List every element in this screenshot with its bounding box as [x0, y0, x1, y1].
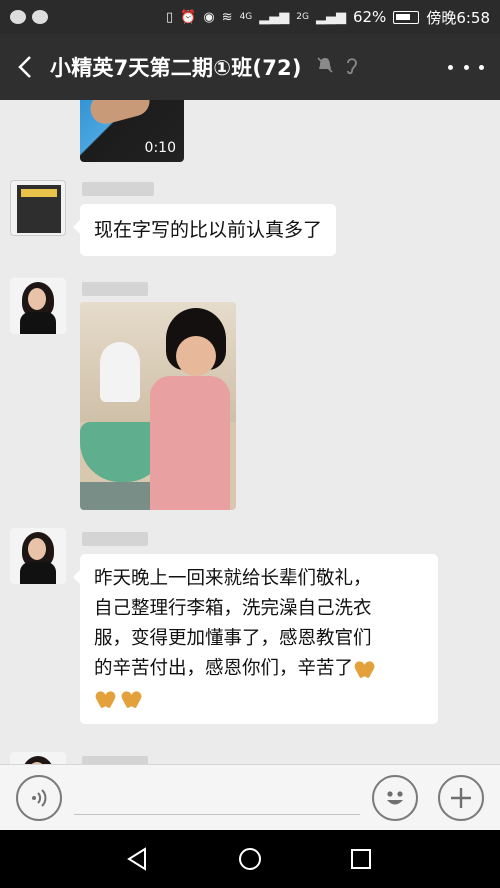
status-bar: ▯ ⏰ ◉ ≋ 4G ▂▄▆ 2G ▂▄▆ 62% 傍晚6:58: [0, 0, 500, 34]
avatar-image-detail: [20, 562, 56, 584]
system-nav-bar: [0, 830, 500, 888]
status-left: [10, 10, 48, 24]
more-dot: [448, 64, 453, 70]
sender-name-blurred: [82, 282, 148, 296]
clapping-hands-icon: [96, 689, 116, 707]
battery-percent: 62%: [352, 8, 387, 26]
signal-icon: ▂▄▆: [259, 9, 290, 25]
message-input[interactable]: [74, 781, 360, 815]
ear-icon: [344, 55, 360, 79]
chat-messages-area[interactable]: 0:10 现在字写的比以前认真多了 昨天晚上一回来就给长辈们敬礼， 自己整理行李…: [0, 100, 500, 764]
emoji-icon: [387, 791, 403, 805]
video-thumbnail-content: [87, 100, 153, 128]
avatar[interactable]: [10, 278, 66, 334]
avatar-image-detail: [28, 538, 46, 560]
avatar-image-detail: [28, 288, 46, 310]
emoji-button[interactable]: [372, 775, 418, 821]
photo-content: [100, 342, 140, 402]
avatar[interactable]: [10, 528, 66, 584]
voice-icon: [32, 789, 47, 807]
message-text-line: 自己整理行李箱，洗完澡自己洗衣: [94, 598, 372, 619]
vibrate-icon: ▯: [165, 9, 174, 25]
square-recents-icon: [351, 849, 371, 869]
message-text-line-4: 的辛苦付出，感恩你们，辛苦了: [94, 658, 354, 679]
chat-header: 小精英7天第二期①班(72): [0, 34, 500, 100]
avatar-image-detail: [20, 312, 56, 334]
message-text-line: 的辛苦付出，感恩你们，辛苦了: [94, 654, 424, 684]
image-message[interactable]: [80, 302, 236, 510]
more-dot: [479, 64, 484, 70]
bell-off-icon: [316, 56, 334, 78]
clapping-hands-icon: [355, 659, 375, 677]
back-button[interactable]: [0, 34, 50, 100]
nav-back-button[interactable]: [124, 846, 150, 872]
network-2g-label: 2G: [296, 12, 309, 22]
video-duration: 0:10: [144, 140, 176, 156]
network-4g-label: 4G: [239, 12, 253, 22]
message-text-line: 昨天晚上一回来就给长辈们敬礼，: [94, 568, 372, 589]
sender-name-blurred: [82, 756, 148, 764]
avatar[interactable]: [10, 180, 66, 236]
sender-name-blurred: [82, 532, 148, 546]
more-button[interactable]: [448, 56, 484, 78]
photo-content: [176, 336, 216, 376]
message-input-bar: [0, 764, 500, 830]
photo-content: [150, 376, 230, 510]
battery-icon: [393, 10, 420, 24]
chevron-left-icon: [18, 56, 31, 78]
nav-home-button[interactable]: [237, 846, 263, 872]
circle-home-icon: [239, 848, 261, 870]
triangle-back-icon: [127, 847, 146, 871]
message-emoji-line: [94, 684, 424, 714]
video-message[interactable]: 0:10: [80, 100, 184, 162]
more-dot: [463, 64, 469, 70]
alarm-icon: ⏰: [180, 9, 197, 25]
message-text-line: 服，变得更加懂事了，感恩教官们: [94, 628, 372, 649]
clapping-hands-icon: [122, 689, 142, 707]
sender-name-blurred: [82, 182, 154, 196]
avatar[interactable]: [10, 752, 66, 764]
status-time: 傍晚6:58: [426, 8, 490, 27]
message-bubble[interactable]: 昨天晚上一回来就给长辈们敬礼， 自己整理行李箱，洗完澡自己洗衣 服，变得更加懂事…: [73, 554, 438, 724]
message-text: 现在字写的比以前认真多了: [94, 219, 323, 241]
nav-recents-button[interactable]: [348, 846, 374, 872]
signal-icon-2: ▂▄▆: [315, 9, 346, 25]
chat-notification-icon: [10, 10, 26, 24]
avatar-image-detail: [21, 189, 57, 197]
message-bubble[interactable]: 现在字写的比以前认真多了: [72, 204, 337, 256]
status-right: ▯ ⏰ ◉ ≋ 4G ▂▄▆ 2G ▂▄▆ 62% 傍晚6:58: [166, 7, 490, 28]
plus-icon: [451, 788, 471, 808]
voice-button[interactable]: [16, 775, 62, 821]
eye-icon: ◉: [203, 9, 215, 25]
add-button[interactable]: [438, 775, 484, 821]
chat-title: 小精英7天第二期①班(72): [50, 56, 302, 80]
cloud-notification-icon: [32, 10, 48, 24]
wifi-icon: ≋: [221, 9, 233, 25]
